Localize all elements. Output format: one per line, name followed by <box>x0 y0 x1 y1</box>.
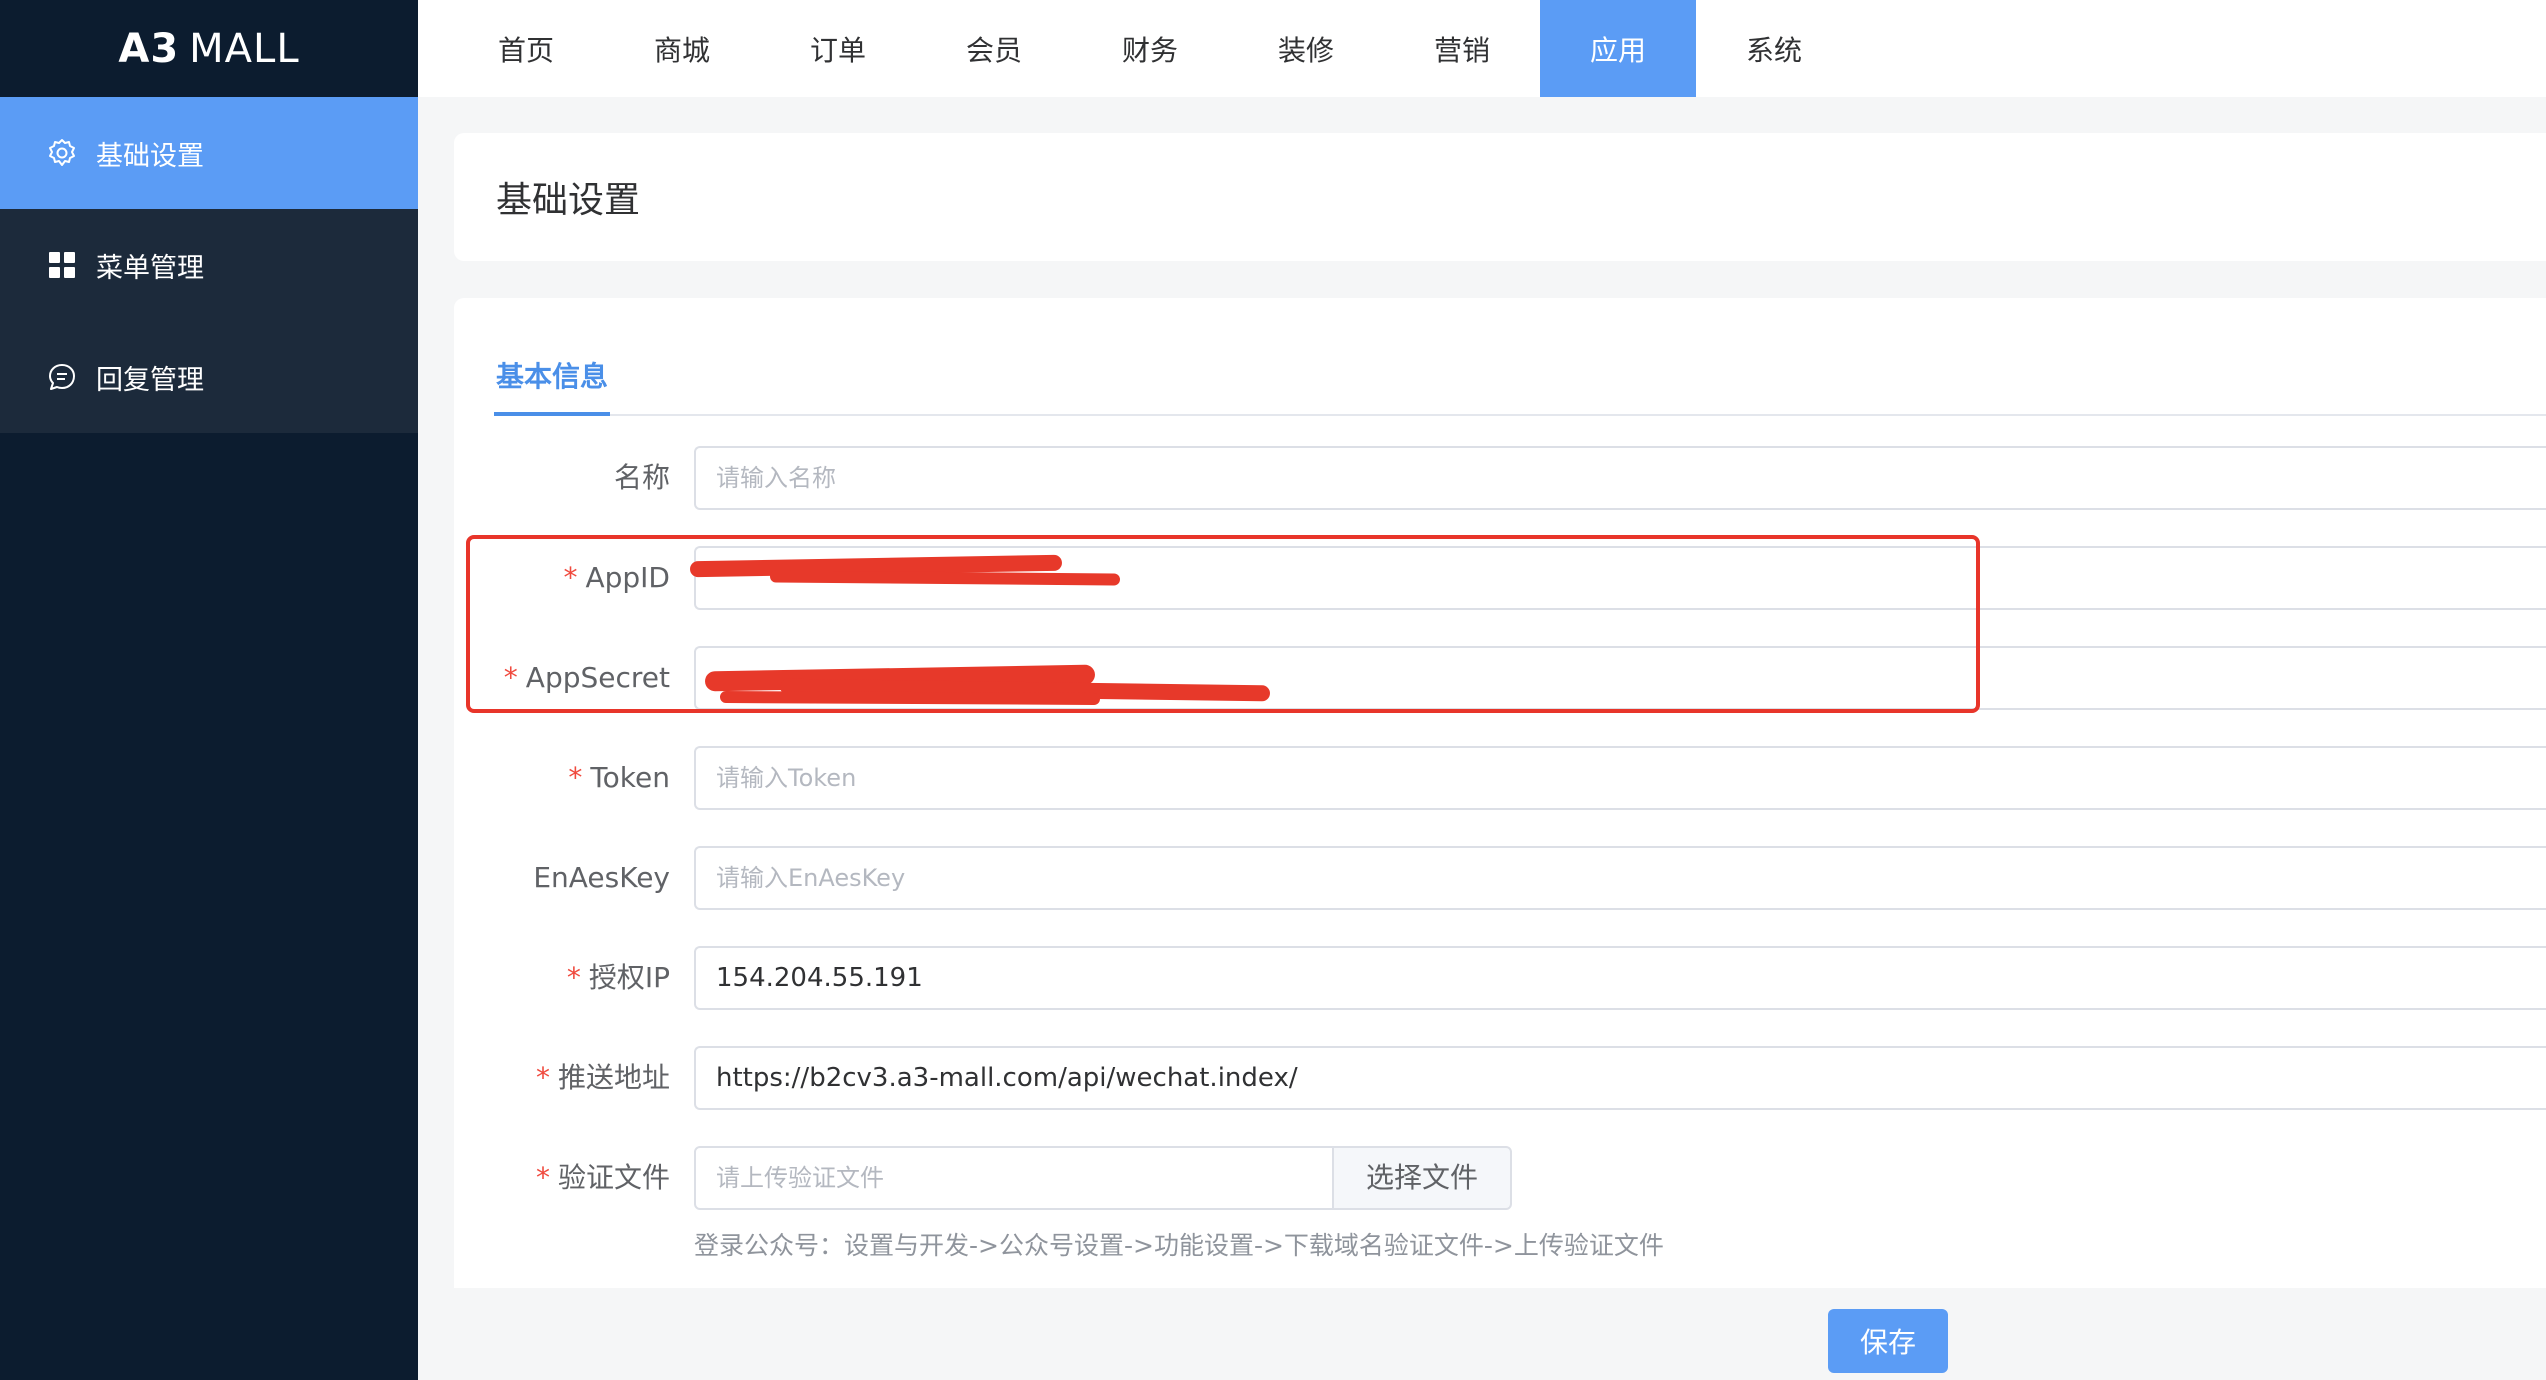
tab-basic-info[interactable]: 基本信息 <box>494 354 611 416</box>
sidebar-item-menu-management[interactable]: 菜单管理 <box>0 209 418 321</box>
nav-orders[interactable]: 订单 <box>760 0 916 97</box>
enaeskey-label-text: EnAesKey <box>533 861 670 894</box>
sidebar-item-label: 回复管理 <box>96 364 204 396</box>
required-mark: * <box>535 1061 550 1094</box>
appsecret-label: * AppSecret <box>454 646 670 710</box>
choose-file-button[interactable]: 选择文件 <box>1332 1146 1512 1210</box>
form-row-enaeskey: EnAesKey 请输入EnAesKey <box>454 846 2546 910</box>
nav-finance[interactable]: 财务 <box>1072 0 1228 97</box>
token-input[interactable]: 请输入Token <box>694 746 2546 810</box>
verify-file-label-text: 验证文件 <box>557 1161 670 1194</box>
ip-label: * 授权IP <box>454 946 670 1010</box>
required-mark: * <box>566 961 581 994</box>
name-input[interactable]: 请输入名称 <box>694 446 2546 510</box>
logo-rest: MALL <box>189 25 300 72</box>
verify-file-hint: 登录公众号：设置与开发->公众号设置->功能设置->下载域名验证文件->上传验证… <box>694 1231 1664 1260</box>
required-mark: * <box>568 761 583 794</box>
nav-system[interactable]: 系统 <box>1696 0 1852 97</box>
ip-input[interactable]: 154.204.55.191 <box>694 946 2546 1010</box>
form-row-appid: * AppID <box>454 546 2546 610</box>
sidebar-item-reply-management[interactable]: 回复管理 <box>0 321 418 433</box>
form-row-name: 名称 请输入名称 <box>454 446 2546 510</box>
page-title: 基础设置 <box>496 180 641 221</box>
form-row-ip: * 授权IP 154.204.55.191 <box>454 946 2546 1010</box>
form-row-token: * Token 请输入Token <box>454 746 2546 810</box>
push-url-label-text: 推送地址 <box>557 1061 670 1094</box>
chat-bubble-icon <box>46 361 78 393</box>
nav-home[interactable]: 首页 <box>448 0 604 97</box>
gear-icon <box>46 137 78 169</box>
push-url-label: * 推送地址 <box>454 1046 670 1110</box>
sidebar: A3 MALL 基础设置 菜单管理 回复管理 <box>0 0 418 1380</box>
appid-label-text: AppID <box>585 561 670 594</box>
nav-apps[interactable]: 应用 <box>1540 0 1696 97</box>
required-mark: * <box>535 1161 550 1194</box>
enaeskey-label: EnAesKey <box>454 846 670 910</box>
tab-bar: 基本信息 <box>494 354 2546 416</box>
name-label: 名称 <box>454 446 670 510</box>
page-title-card: 基础设置 <box>454 133 2546 261</box>
grid-icon <box>46 249 78 281</box>
token-label-text: Token <box>590 761 670 794</box>
verify-file-input[interactable]: 请上传验证文件 <box>694 1146 1334 1210</box>
nav-marketing[interactable]: 营销 <box>1384 0 1540 97</box>
sidebar-item-label: 基础设置 <box>96 140 204 172</box>
appid-label: * AppID <box>454 546 670 610</box>
required-mark: * <box>503 661 518 694</box>
name-label-text: 名称 <box>613 461 670 494</box>
required-mark: * <box>563 561 578 594</box>
ip-label-text: 授权IP <box>588 961 670 994</box>
logo-bold: A3 <box>118 25 180 72</box>
verify-file-label: * 验证文件 <box>454 1146 670 1210</box>
form-row-push-url: * 推送地址 https://b2cv3.a3-mall.com/api/wech… <box>454 1046 2546 1110</box>
form-card: 基本信息 名称 请输入名称 * AppID * AppSecret * Token 请… <box>454 298 2546 1288</box>
nav-decoration[interactable]: 装修 <box>1228 0 1384 97</box>
push-url-input[interactable]: https://b2cv3.a3-mall.com/api/wechat.ind… <box>694 1046 2546 1110</box>
appsecret-label-text: AppSecret <box>525 661 670 694</box>
sidebar-item-basic-settings[interactable]: 基础设置 <box>0 97 418 209</box>
enaeskey-input[interactable]: 请输入EnAesKey <box>694 846 2546 910</box>
logo: A3 MALL <box>0 0 418 97</box>
sidebar-menu: 基础设置 菜单管理 回复管理 <box>0 97 418 433</box>
redaction-mark <box>719 691 1101 705</box>
sidebar-item-label: 菜单管理 <box>96 252 204 284</box>
form-row-verify-file: * 验证文件 请上传验证文件 选择文件 登录公众号：设置与开发->公众号设置->功… <box>454 1146 2546 1276</box>
token-label: * Token <box>454 746 670 810</box>
save-button[interactable]: 保存 <box>1828 1309 1948 1373</box>
nav-mall[interactable]: 商城 <box>604 0 760 97</box>
nav-members[interactable]: 会员 <box>916 0 1072 97</box>
top-nav: 首页 商城 订单 会员 财务 装修 营销 应用 系统 <box>418 0 2546 97</box>
